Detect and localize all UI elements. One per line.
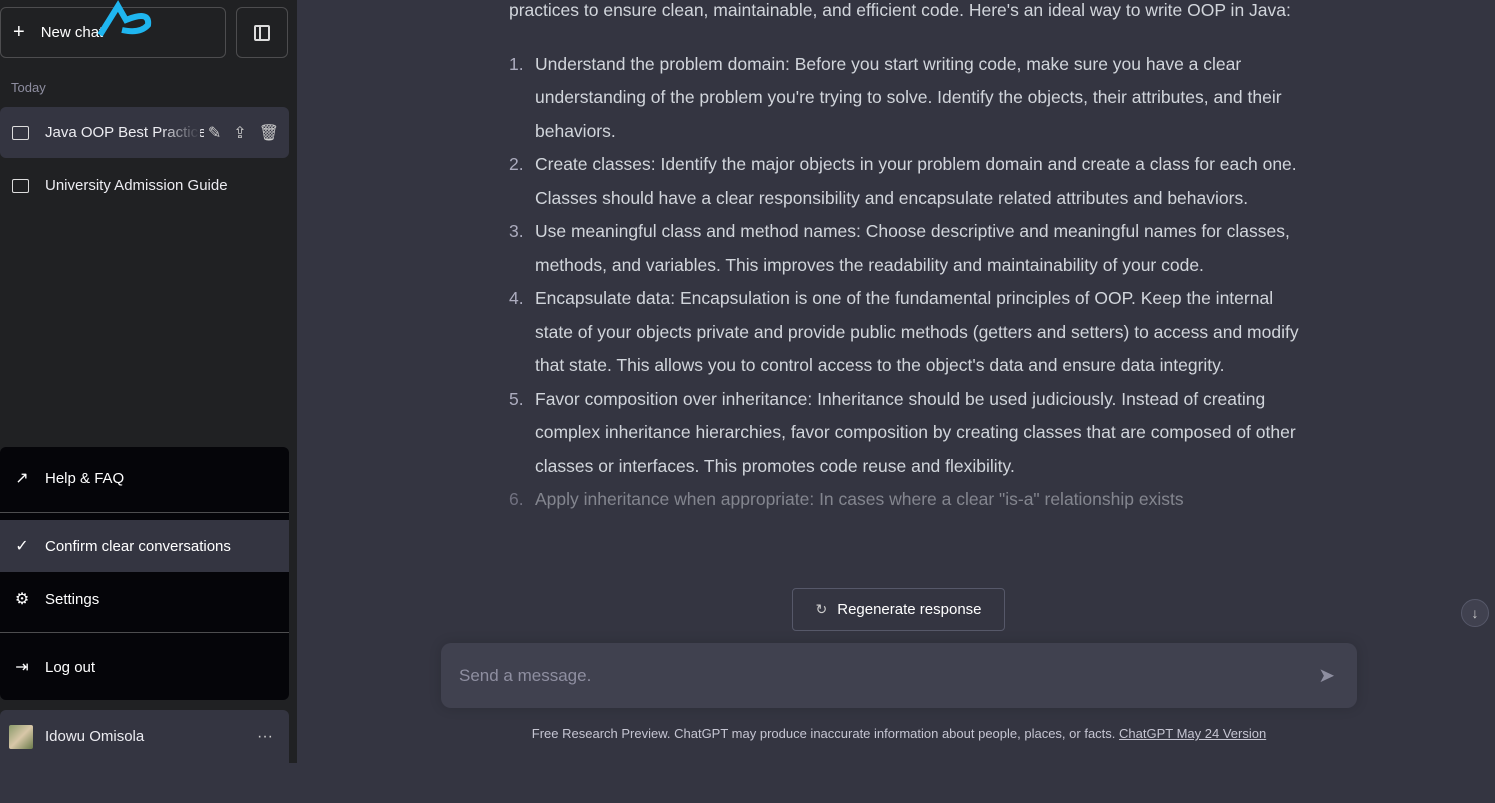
more-icon[interactable]: ···: [257, 728, 273, 746]
menu-logout[interactable]: ⇥ Log out: [0, 643, 289, 691]
user-name: Idowu Omisola: [45, 728, 145, 745]
list-item: 6. Apply inheritance when appropriate: In…: [509, 489, 1184, 509]
avatar: [9, 724, 33, 749]
list-item: 4. Encapsulate data: Encapsulation is one…: [509, 288, 1299, 375]
send-icon[interactable]: ➤: [1318, 663, 1335, 688]
input-placeholder: Send a message.: [459, 665, 592, 685]
assistant-message: practices to ensure clean, maintainable,…: [509, 0, 1299, 517]
list-item: 3. Use meaningful class and method names:…: [509, 221, 1290, 275]
user-account-button[interactable]: Idowu Omisola ···: [0, 710, 289, 763]
list-item: 1. Understand the problem domain: Before …: [509, 53, 1282, 141]
logout-icon: ⇥: [15, 659, 29, 676]
list-item: 2. Create classes: Identify the major obj…: [509, 154, 1297, 208]
logout-label: Log out: [45, 658, 96, 676]
arrow-down-icon: ↓: [1471, 605, 1479, 621]
regenerate-response-button[interactable]: ↻ Regenerate response: [792, 588, 1005, 631]
regenerate-label: Regenerate response: [837, 601, 982, 618]
refresh-icon: ↻: [815, 601, 828, 617]
message-intro: practices to ensure clean, maintainable,…: [509, 0, 1291, 20]
footer-text: Free Research Preview. ChatGPT may produ…: [531, 726, 1116, 741]
version-link[interactable]: ChatGPT May 24 Version: [1119, 726, 1266, 741]
practices-list: 1. Understand the problem domain: Before …: [509, 48, 1299, 517]
list-item: 5. Favor composition over inheritance: In…: [509, 388, 1296, 476]
message-input[interactable]: Send a message. ➤: [441, 643, 1357, 708]
footer: Free Research Preview. ChatGPT may produ…: [441, 726, 1357, 741]
scroll-down-button[interactable]: ↓: [1461, 599, 1489, 627]
